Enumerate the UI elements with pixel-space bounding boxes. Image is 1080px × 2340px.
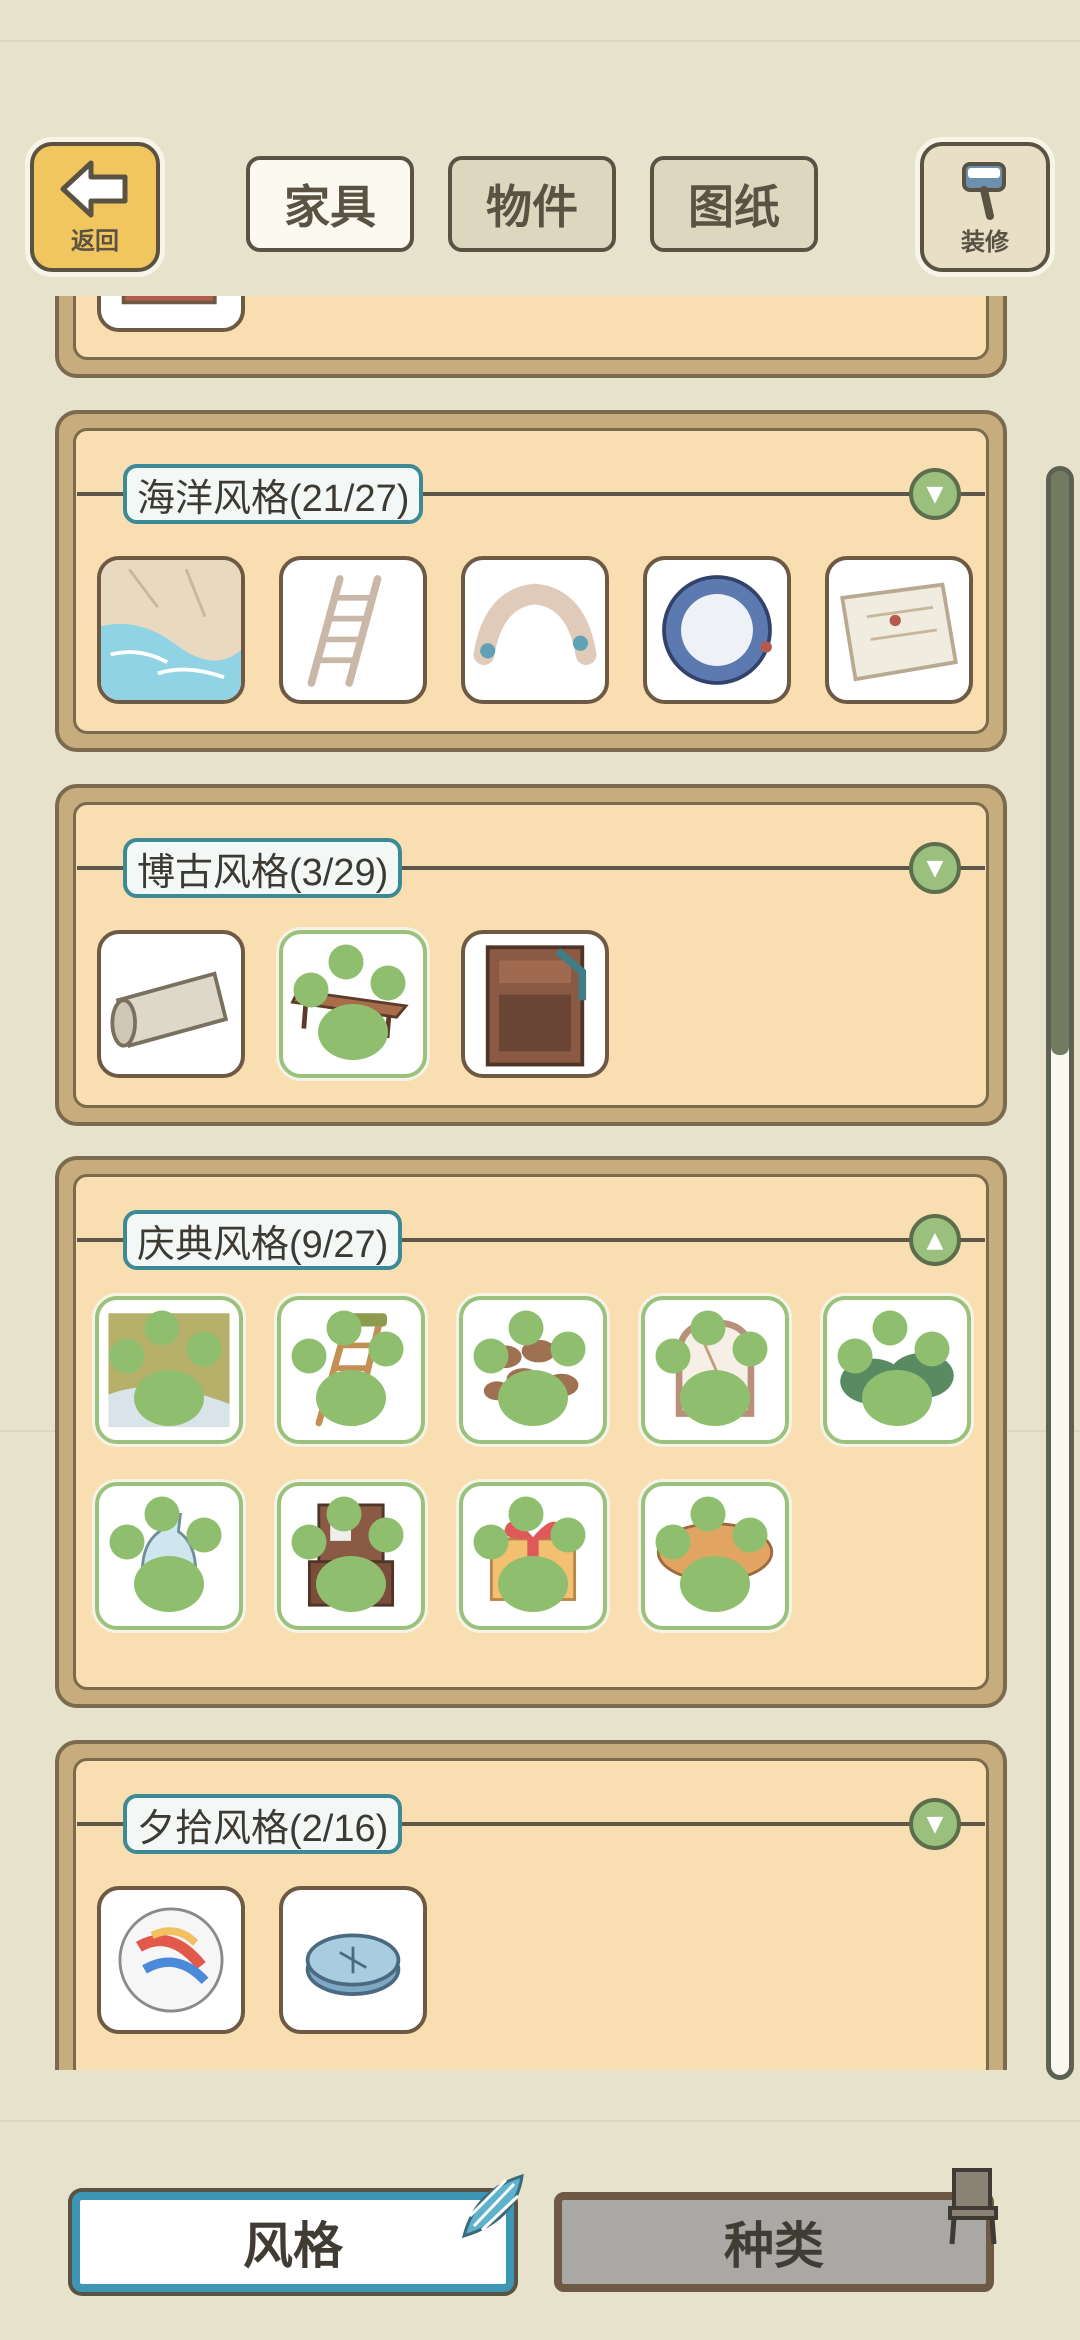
item-slot[interactable]	[97, 296, 245, 332]
item-slot[interactable]	[459, 1296, 607, 1444]
item-slot[interactable]	[459, 1482, 607, 1630]
ladder-icon	[307, 575, 382, 687]
rock-arch-icon	[473, 583, 597, 665]
item-slot[interactable]	[279, 1886, 427, 2034]
category-title: 博古风格(3/29)	[123, 838, 403, 898]
item-slot[interactable]	[95, 1482, 243, 1630]
chevron-up-icon: ▲	[926, 1227, 944, 1253]
item-slot[interactable]	[97, 1886, 245, 2034]
chair-icon	[948, 2168, 998, 2245]
expand-toggle-button[interactable]: ▼	[909, 1798, 961, 1850]
back-label: 返回	[71, 226, 119, 255]
item-slot[interactable]	[643, 556, 791, 704]
tab-style[interactable]: 风格	[72, 2192, 514, 2292]
paw-icon	[473, 1496, 586, 1612]
map-icon	[840, 582, 958, 682]
scrollbar[interactable]	[1046, 466, 1074, 2080]
paw-icon	[655, 1310, 768, 1426]
item-slot[interactable]	[277, 1296, 425, 1444]
tab-blueprints[interactable]: 图纸	[650, 156, 818, 252]
item-slot[interactable]	[461, 556, 609, 704]
wood-grain	[0, 40, 1080, 42]
paw-icon	[837, 1310, 950, 1426]
furniture-list[interactable]: 海洋风格(21/27) ▼ 博古风格(3/29) ▼ 庆典风格(9/27) ▲ …	[0, 296, 1080, 2070]
compass-icon	[305, 1933, 401, 1996]
item-slot[interactable]	[97, 556, 245, 704]
collapse-toggle-button[interactable]: ▲	[909, 1214, 961, 1266]
tab-furniture[interactable]: 家具	[246, 156, 414, 252]
wood-grain	[0, 2120, 1080, 2122]
paint-brush-icon	[962, 161, 1006, 220]
expand-toggle-button[interactable]: ▼	[909, 842, 961, 894]
chevron-down-icon: ▼	[926, 1811, 944, 1837]
category-panel-antique: 博古风格(3/29) ▼	[55, 784, 1007, 1126]
tab-objects[interactable]: 物件	[448, 156, 616, 252]
porthole-icon	[662, 575, 772, 685]
back-button[interactable]: 返回	[30, 142, 160, 272]
scroll-icon	[110, 971, 229, 1048]
decorate-button[interactable]: 装修	[920, 142, 1050, 272]
decorate-label: 装修	[961, 227, 1009, 256]
category-title: 庆典风格(9/27)	[123, 1210, 403, 1270]
scrollbar-thumb[interactable]	[1051, 471, 1069, 1055]
paw-icon	[293, 944, 406, 1060]
item-slot[interactable]	[823, 1296, 971, 1444]
item-slot[interactable]	[825, 556, 973, 704]
marble-icon	[118, 1907, 224, 2013]
category-title: 夕拾风格(2/16)	[123, 1794, 403, 1854]
chevron-down-icon: ▼	[926, 855, 944, 881]
item-slot[interactable]	[461, 930, 609, 1078]
item-slot[interactable]	[95, 1296, 243, 1444]
item-slot[interactable]	[641, 1296, 789, 1444]
tab-category-type[interactable]: 种类	[554, 2192, 994, 2292]
expand-toggle-button[interactable]: ▼	[909, 468, 961, 520]
item-slot[interactable]	[279, 556, 427, 704]
paw-icon	[109, 1496, 222, 1612]
item-slot[interactable]	[279, 930, 427, 1078]
paw-icon	[291, 1310, 404, 1426]
item-slot[interactable]	[97, 930, 245, 1078]
paw-icon	[473, 1310, 586, 1426]
cabinet-icon	[485, 945, 587, 1067]
paw-icon	[655, 1496, 768, 1612]
red-furniture-icon	[121, 296, 217, 305]
category-title: 海洋风格(21/27)	[123, 464, 424, 524]
ocean-pool-icon	[101, 560, 241, 700]
category-panel-celebration: 庆典风格(9/27) ▲	[55, 1156, 1007, 1708]
chevron-down-icon: ▼	[926, 481, 944, 507]
category-panel-reminiscence: 夕拾风格(2/16) ▼	[55, 1740, 1007, 2070]
category-panel-ocean: 海洋风格(21/27) ▼	[55, 410, 1007, 752]
item-slot[interactable]	[277, 1482, 425, 1630]
paw-icon	[109, 1310, 222, 1426]
back-arrow-icon	[60, 160, 128, 217]
paw-icon	[291, 1496, 404, 1612]
item-slot[interactable]	[641, 1482, 789, 1630]
seashell-icon	[461, 2173, 524, 2239]
category-panel-previous	[55, 296, 1007, 378]
